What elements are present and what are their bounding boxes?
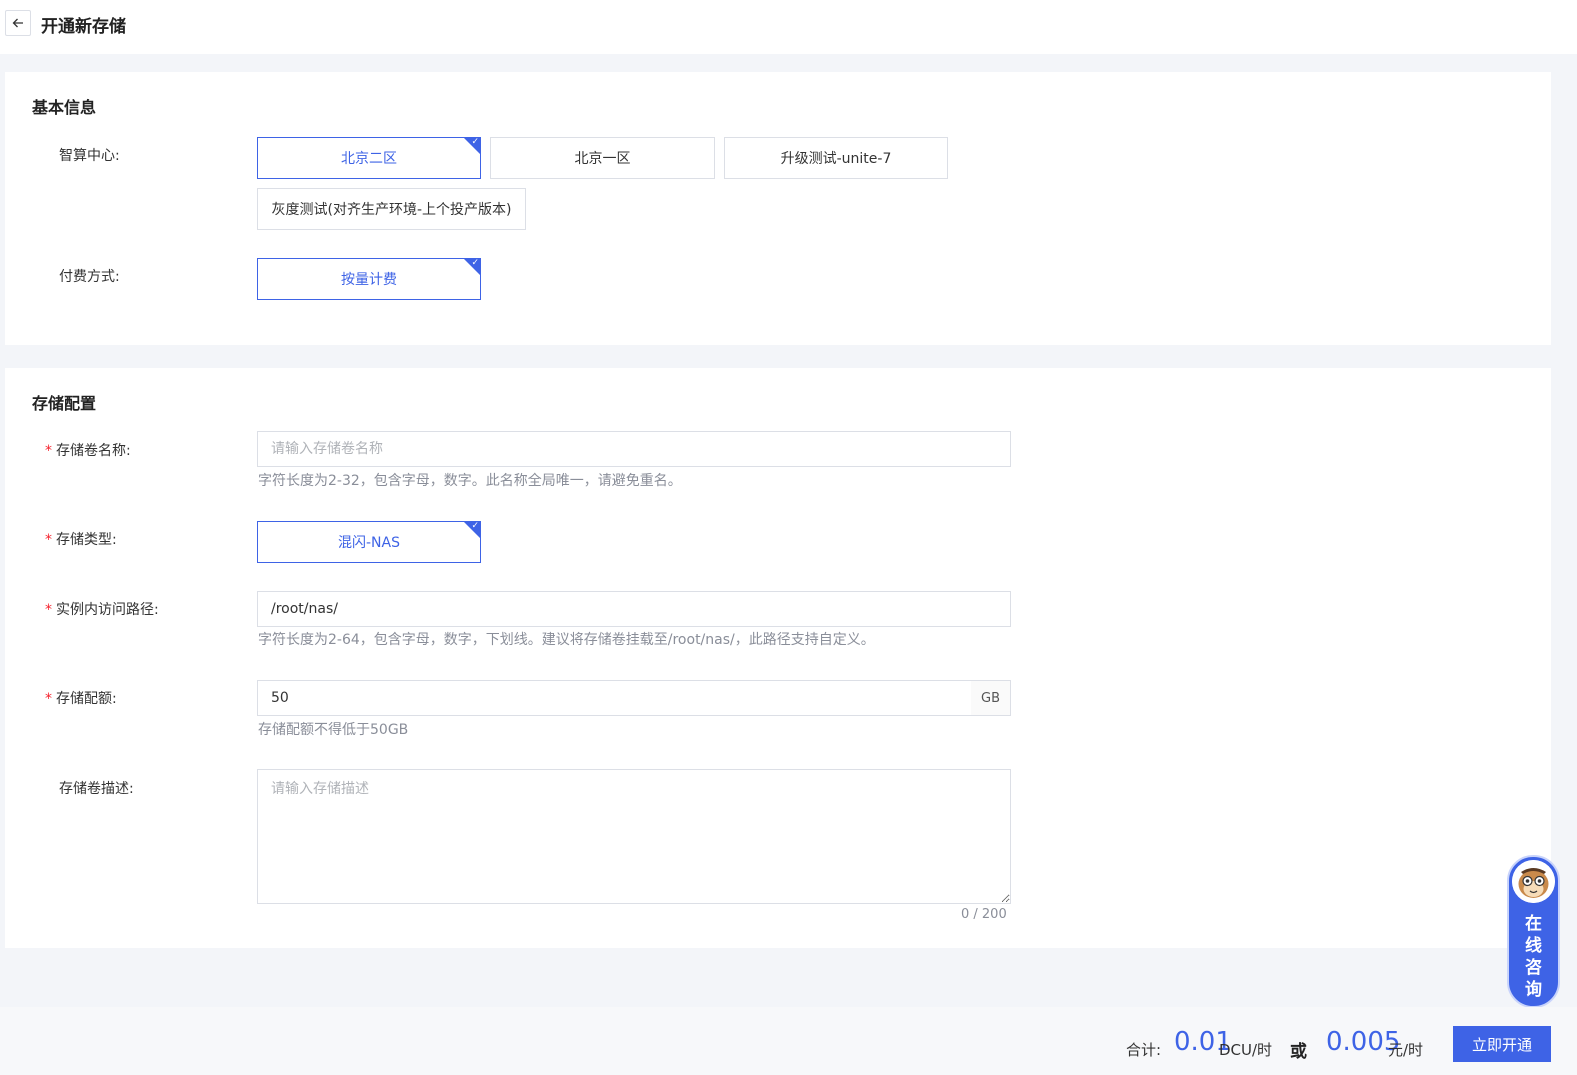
description-textarea[interactable]: [257, 769, 1011, 904]
mascot-icon: [1512, 860, 1555, 903]
online-consult-button[interactable]: 在线咨询: [1507, 855, 1560, 1008]
required-mark: *: [45, 691, 52, 707]
online-consult-label: 在线咨询: [1525, 914, 1542, 1000]
unit-yuan: 元/时: [1388, 1041, 1424, 1059]
submit-button[interactable]: 立即开通: [1453, 1026, 1551, 1062]
storage-config-card: 存储配置 *存储卷名称: 字符长度为2-32，包含字母，数字。此名称全局唯一，请…: [5, 368, 1551, 948]
check-icon: ✓: [471, 137, 479, 147]
quota-label: * 存储配额:: [45, 691, 117, 707]
volume-name-hint: 字符长度为2-32，包含字母，数字。此名称全局唯一，请避免重名。: [258, 473, 682, 489]
check-icon: ✓: [471, 258, 479, 268]
arrow-left-icon: [12, 18, 23, 28]
center-option-beijing-2[interactable]: 北京二区 ✓: [257, 137, 481, 179]
section-title-storage: 存储配置: [32, 394, 97, 413]
total-label: 合计:: [1126, 1041, 1162, 1059]
quota-unit: GB: [971, 680, 1011, 716]
section-title-basic: 基本信息: [32, 98, 97, 117]
description-counter: 0 / 200: [961, 907, 1007, 922]
back-button[interactable]: [5, 10, 31, 36]
center-option-beijing-1[interactable]: 北京一区: [490, 137, 715, 179]
required-mark: *: [45, 602, 52, 618]
quota-input[interactable]: [257, 680, 972, 716]
pay-option-usage[interactable]: 按量计费 ✓: [257, 258, 481, 300]
access-path-label: * 实例内访问路径:: [45, 602, 159, 618]
page-title: 开通新存储: [41, 17, 126, 37]
quota-hint: 存储配额不得低于50GB: [258, 722, 409, 738]
volume-name-input[interactable]: [257, 431, 1011, 467]
or-text: 或: [1290, 1042, 1307, 1062]
footer-bar: 合计: 0.01 DCU/时 或 0.005 元/时 立即开通: [0, 1007, 1577, 1075]
center-option-upgrade-test[interactable]: 升级测试-unite-7: [724, 137, 948, 179]
basic-info-card: 基本信息 智算中心: 北京二区 ✓ 北京一区 升级测试-unite-7 灰度测试…: [5, 72, 1551, 345]
required-mark: *: [45, 532, 52, 548]
center-option-gray-test[interactable]: 灰度测试(对齐生产环境-上个投产版本): [257, 188, 526, 230]
required-mark: *: [45, 443, 52, 459]
access-path-hint: 字符长度为2-64，包含字母，数字，下划线。建议将存储卷挂载至/root/nas…: [258, 632, 875, 648]
pay-label: 付费方式:: [59, 269, 120, 285]
storage-type-option-nas[interactable]: 混闪-NAS ✓: [257, 521, 481, 563]
top-bar: 开通新存储: [0, 0, 1577, 54]
unit-dcu: DCU/时: [1219, 1041, 1273, 1059]
storage-type-label: * 存储类型:: [45, 532, 117, 548]
description-label: 存储卷描述:: [59, 781, 134, 797]
access-path-input[interactable]: [257, 591, 1011, 627]
volume-name-label: * 存储卷名称:: [45, 443, 131, 459]
center-label: 智算中心:: [59, 148, 120, 164]
check-icon: ✓: [471, 521, 479, 531]
mascot-avatar: [1512, 860, 1555, 903]
